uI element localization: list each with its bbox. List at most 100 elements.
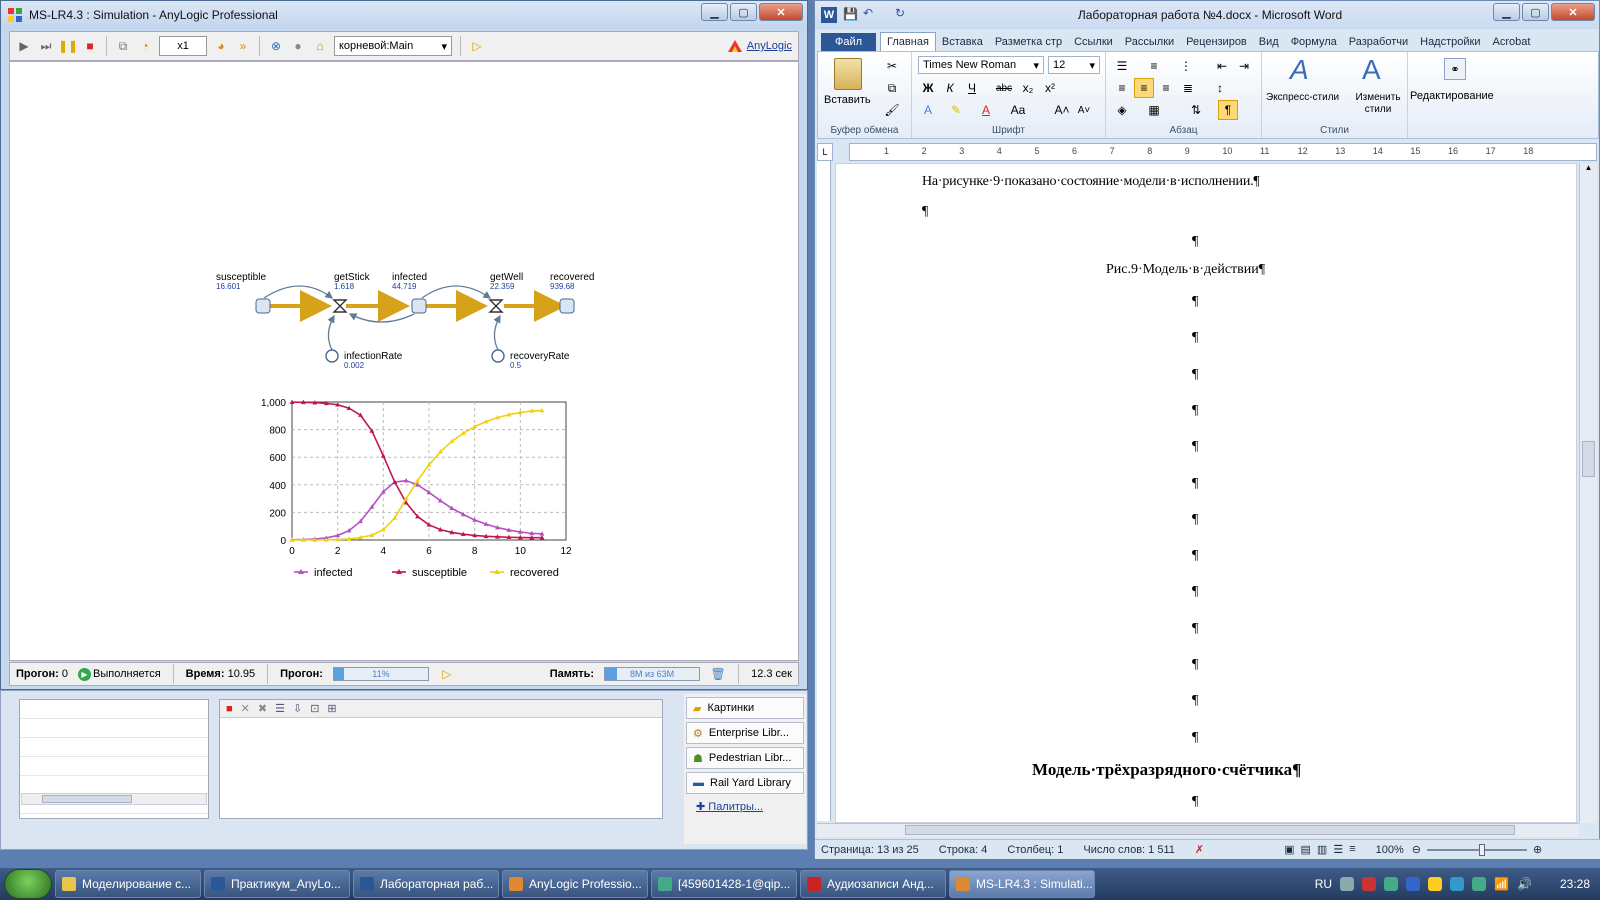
- bullets-icon[interactable]: ☰: [1112, 56, 1132, 76]
- console-pane[interactable]: ■ ✕ ✖ ☰ ⇩ ⊡ ⊞: [219, 699, 663, 819]
- run-icon[interactable]: ▶: [16, 38, 32, 54]
- close-button[interactable]: ✕: [759, 3, 803, 21]
- remove-all-icon[interactable]: ✖: [258, 702, 267, 715]
- taskbar-item[interactable]: [459601428-1@qip...: [651, 870, 797, 898]
- step-icon[interactable]: ⏭: [38, 38, 54, 54]
- scroll-thumb[interactable]: [1582, 441, 1595, 477]
- minimize-button[interactable]: ▁: [701, 3, 728, 21]
- scroll-thumb[interactable]: [905, 825, 1515, 835]
- align-center-icon[interactable]: ≡: [1134, 78, 1154, 98]
- word-count[interactable]: Число слов: 1 511: [1083, 844, 1175, 856]
- font-size-combo[interactable]: 12 ▾: [1048, 56, 1100, 74]
- palette-item-rail-yard[interactable]: ▬ Rail Yard Library: [686, 772, 804, 794]
- palettes-link[interactable]: ✚ Палитры...: [684, 800, 806, 813]
- taskbar-item[interactable]: AnyLogic Professio...: [502, 870, 648, 898]
- express-styles-button[interactable]: Экспресс-стили: [1266, 92, 1339, 103]
- bold-icon[interactable]: Ж: [918, 78, 938, 98]
- ribbon-tab[interactable]: Вставка: [936, 33, 989, 51]
- cut-icon[interactable]: ✂: [882, 56, 902, 76]
- stop-icon[interactable]: ■: [226, 703, 233, 715]
- ribbon-tab[interactable]: Формула: [1285, 33, 1343, 51]
- stock-recovered[interactable]: [559, 298, 575, 314]
- shrink-font-icon[interactable]: A˅: [1074, 100, 1094, 120]
- horizontal-ruler[interactable]: 1 2 3 4 5 6 7 8 9 10 11 12 13 14 15 16 17 18: [849, 143, 1597, 161]
- numbering-icon[interactable]: ≡: [1144, 56, 1164, 76]
- palette-item-pedestrian[interactable]: ☗ Pedestrian Libr...: [686, 747, 804, 769]
- valve-getwell-icon[interactable]: [488, 299, 504, 313]
- maximize-button[interactable]: ▢: [1522, 3, 1549, 21]
- go-icon[interactable]: ▷: [469, 38, 485, 54]
- parameter-recoveryrate-icon[interactable]: [491, 349, 505, 363]
- increase-indent-icon[interactable]: ⇥: [1234, 56, 1254, 76]
- taskbar-item[interactable]: Лабораторная раб...: [353, 870, 499, 898]
- draft-icon[interactable]: ≡: [1349, 843, 1355, 856]
- taskbar-item[interactable]: MS-LR4.3 : Simulati...: [949, 870, 1095, 898]
- scroll-thumb[interactable]: [42, 795, 132, 803]
- simulation-canvas[interactable]: susceptible 16.601 getStick 1.618 infect…: [9, 61, 799, 661]
- speed-up-icon[interactable]: ◕: [213, 38, 229, 54]
- valve-getstick-icon[interactable]: [332, 299, 348, 313]
- express-styles-icon[interactable]: A: [1290, 54, 1309, 86]
- borders-icon[interactable]: ▦: [1144, 100, 1164, 120]
- scroll-lock-icon[interactable]: ⇩: [293, 702, 302, 715]
- web-layout-icon[interactable]: ▥: [1317, 843, 1327, 856]
- redo-icon[interactable]: ↻: [895, 6, 905, 20]
- virtual-time-icon[interactable]: »: [235, 38, 251, 54]
- editing-button[interactable]: Редактирование: [1410, 90, 1494, 102]
- justify-icon[interactable]: ≣: [1178, 78, 1198, 98]
- ribbon-tab[interactable]: Вид: [1253, 33, 1285, 51]
- undo-icon[interactable]: ↶: [863, 6, 873, 20]
- stop-icon[interactable]: ■: [82, 38, 98, 54]
- volume-icon[interactable]: 🔊: [1517, 877, 1532, 891]
- change-case-icon[interactable]: Aa: [1008, 100, 1028, 120]
- strikethrough-icon[interactable]: abc: [994, 78, 1014, 98]
- zoom-out-icon[interactable]: ⊖: [1412, 843, 1421, 856]
- anylogic-titlebar[interactable]: MS-LR4.3 : Simulation - AnyLogic Profess…: [1, 1, 807, 29]
- parameter-infectionrate-icon[interactable]: [325, 349, 339, 363]
- font-color-icon[interactable]: A: [976, 100, 996, 120]
- taskbar-item[interactable]: Моделирование с...: [55, 870, 201, 898]
- vertical-ruler[interactable]: [817, 161, 831, 821]
- clear-icon[interactable]: ☰: [275, 702, 285, 715]
- ribbon-tab[interactable]: Acrobat: [1486, 33, 1536, 51]
- show-marks-icon[interactable]: ¶: [1218, 100, 1238, 120]
- underline-icon[interactable]: Ч: [962, 78, 982, 98]
- paste-icon[interactable]: [834, 58, 862, 90]
- font-name-combo[interactable]: Times New Roman ▾: [918, 56, 1044, 74]
- column-indicator[interactable]: Столбец: 1: [1007, 844, 1063, 856]
- stock-infected[interactable]: [411, 298, 427, 314]
- line-indicator[interactable]: Строка: 4: [939, 844, 988, 856]
- ribbon-tab[interactable]: Разметка стр: [989, 33, 1068, 51]
- highlight-icon[interactable]: ✎: [946, 100, 966, 120]
- sort-icon[interactable]: ⇅: [1186, 100, 1206, 120]
- outline-icon[interactable]: ☰: [1333, 843, 1343, 856]
- taskbar-item[interactable]: Практикум_AnyLo...: [204, 870, 350, 898]
- horizontal-scrollbar[interactable]: [817, 823, 1579, 837]
- ribbon-tab[interactable]: Разработчи: [1343, 33, 1414, 51]
- tray-app-icon[interactable]: [1406, 877, 1421, 891]
- shading-icon[interactable]: ◈: [1112, 100, 1132, 120]
- tray-app-icon[interactable]: [1384, 877, 1399, 891]
- zoom-in-icon[interactable]: ⊕: [1533, 843, 1542, 856]
- start-button[interactable]: [4, 869, 52, 899]
- ribbon-tab[interactable]: Надстройки: [1414, 33, 1486, 51]
- camera-icon[interactable]: ●: [290, 38, 306, 54]
- pin-icon[interactable]: ⊡: [310, 702, 319, 715]
- navigate-icon[interactable]: ⊗: [268, 38, 284, 54]
- align-right-icon[interactable]: ≡: [1156, 78, 1176, 98]
- ribbon-tab[interactable]: Ссылки: [1068, 33, 1119, 51]
- ribbon-tab[interactable]: Рецензиров: [1180, 33, 1253, 51]
- zoom-slider[interactable]: [1426, 843, 1527, 856]
- proofing-icon[interactable]: ✗: [1195, 843, 1204, 856]
- maximize-button[interactable]: ▢: [730, 3, 757, 21]
- model-time-icon[interactable]: ⧉: [115, 38, 131, 54]
- close-button[interactable]: ✕: [1551, 3, 1595, 21]
- scroll-up-icon[interactable]: ▲: [1580, 163, 1597, 177]
- trash-icon[interactable]: 🗑: [710, 666, 726, 682]
- page-indicator[interactable]: Страница: 13 из 25: [821, 844, 919, 856]
- remove-icon[interactable]: ✕: [241, 702, 250, 715]
- play-icon[interactable]: ▷: [439, 666, 455, 682]
- open-console-icon[interactable]: ⊞: [327, 702, 336, 715]
- save-icon[interactable]: 💾: [843, 7, 858, 21]
- ruler-corner[interactable]: L: [817, 143, 833, 161]
